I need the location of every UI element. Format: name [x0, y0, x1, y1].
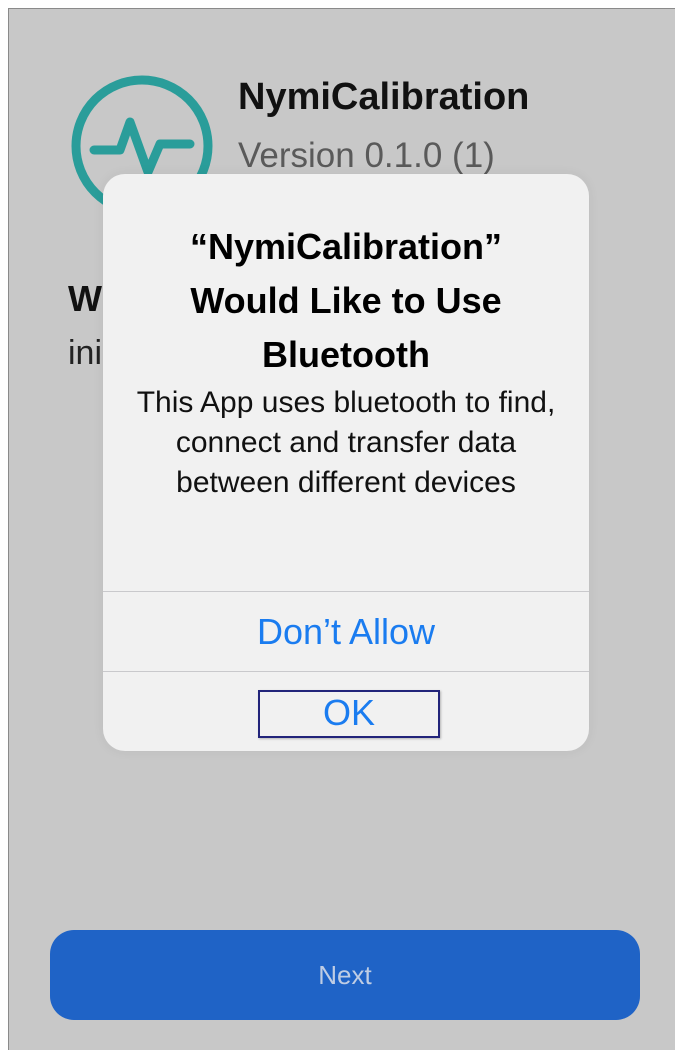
screen: NymiCalibration Version 0.1.0 (1) W ini … — [0, 0, 675, 1050]
dont-allow-button[interactable]: Don’t Allow — [103, 592, 589, 671]
status-text: ini — [68, 334, 103, 372]
ok-button[interactable]: OK — [258, 690, 440, 738]
alert-message: This App uses bluetooth to find, connect… — [136, 386, 556, 499]
welcome-heading: W — [68, 278, 102, 319]
bluetooth-permission-alert: “NymiCalibration” Would Like to Use Blue… — [103, 174, 589, 751]
alert-divider — [103, 671, 589, 672]
alert-title: “NymiCalibration” Would Like to Use Blue… — [189, 226, 503, 375]
next-button[interactable]: Next — [50, 930, 640, 1020]
app-version: Version 0.1.0 (1) — [238, 136, 495, 175]
app-name: NymiCalibration — [238, 76, 530, 118]
